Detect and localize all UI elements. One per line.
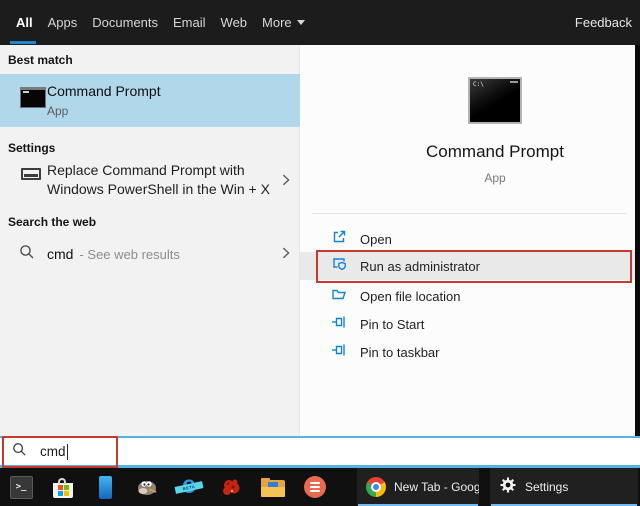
microsoft-store-icon[interactable] <box>50 474 76 500</box>
edge-beta-icon[interactable]: eBETA <box>176 474 202 500</box>
notes-icon[interactable] <box>302 474 328 500</box>
search-filter-tabs: All Apps Documents Email Web More Feedba… <box>0 0 640 45</box>
action-label: Pin to taskbar <box>360 345 440 360</box>
chevron-right-icon <box>279 245 293 265</box>
phone-icon[interactable] <box>92 474 118 500</box>
taskbar-command-prompt-icon[interactable]: >_ <box>8 474 34 500</box>
taskbar: >_ eBETA New Tab - Google ... <box>0 468 640 506</box>
chevron-down-icon <box>297 20 305 25</box>
tab-apps[interactable]: Apps <box>48 15 78 30</box>
result-command-prompt[interactable]: Command Prompt App <box>0 74 300 127</box>
window-title: New Tab - Google ... <box>394 480 479 494</box>
action-open-file-location[interactable]: Open file location <box>300 282 635 310</box>
preview-panel: C:\ Command Prompt App Open Run as admin… <box>300 45 635 436</box>
tab-email[interactable]: Email <box>173 15 206 30</box>
search-icon <box>19 244 35 265</box>
settings-header: Settings <box>8 141 55 155</box>
terminal-prompt-text: C:\ <box>473 81 484 88</box>
result-web-cmd[interactable]: cmd - See web results <box>0 239 300 272</box>
action-label: Open <box>360 232 392 247</box>
chrome-icon <box>366 477 386 497</box>
settings-item-line1: Replace Command Prompt with <box>47 161 270 180</box>
feedback-button[interactable]: Feedback <box>575 15 632 30</box>
tab-documents[interactable]: Documents <box>92 15 158 30</box>
web-result-text: cmd - See web results <box>47 246 180 262</box>
gimp-icon[interactable] <box>134 474 160 500</box>
divider <box>312 213 627 214</box>
taskbar-window-chrome[interactable]: New Tab - Google ... <box>357 468 479 506</box>
web-query: cmd <box>47 246 73 262</box>
command-prompt-icon <box>20 87 46 108</box>
action-open[interactable]: Open <box>300 225 635 253</box>
search-icon <box>12 442 27 462</box>
folder-icon <box>331 286 347 307</box>
search-web-header: Search the web <box>8 215 96 229</box>
pin-icon <box>331 314 347 335</box>
results-panel: Best match Command Prompt App Settings R… <box>0 45 300 436</box>
tab-web[interactable]: Web <box>221 15 248 30</box>
action-label: Pin to Start <box>360 317 424 332</box>
taskbar-window-settings[interactable]: Settings <box>490 468 638 506</box>
settings-item-text: Replace Command Prompt with Windows Powe… <box>47 161 270 199</box>
text-cursor <box>67 444 68 460</box>
search-query-text: cmd <box>40 444 66 459</box>
command-prompt-glyph: >_ <box>10 476 33 499</box>
action-label: Open file location <box>360 289 460 304</box>
chevron-right-icon <box>279 172 293 192</box>
taskbar-search-input[interactable]: cmd <box>0 436 640 468</box>
windows-search-flyout: All Apps Documents Email Web More Feedba… <box>0 0 640 506</box>
action-pin-to-taskbar[interactable]: Pin to taskbar <box>300 338 635 366</box>
red-mascot-icon[interactable] <box>218 474 244 500</box>
pin-icon <box>331 342 347 363</box>
file-explorer-icon[interactable] <box>260 474 286 500</box>
admin-shield-icon <box>331 256 347 277</box>
desktop-background-strip <box>635 45 640 436</box>
action-pin-to-start[interactable]: Pin to Start <box>300 310 635 338</box>
action-label: Run as administrator <box>360 259 480 274</box>
web-suffix: - See web results <box>79 247 179 262</box>
preview-app-title: Command Prompt <box>355 142 635 162</box>
settings-item-line2: Windows PowerShell in the Win + X <box>47 180 270 199</box>
window-title: Settings <box>525 480 568 494</box>
result-subtitle: App <box>47 104 68 118</box>
action-run-as-administrator[interactable]: Run as administrator <box>300 252 635 280</box>
gear-icon <box>499 476 517 499</box>
best-match-header: Best match <box>8 53 73 67</box>
launch-icon <box>331 229 347 250</box>
result-replace-cmd-powershell[interactable]: Replace Command Prompt with Windows Powe… <box>0 159 300 208</box>
winx-taskbar-setting-icon <box>21 168 41 180</box>
active-tab-underline <box>10 41 36 44</box>
tab-all[interactable]: All <box>16 15 33 30</box>
preview-app-subtitle: App <box>355 171 635 185</box>
result-title: Command Prompt <box>47 83 161 99</box>
tab-more[interactable]: More <box>262 15 305 30</box>
command-prompt-large-icon: C:\ <box>468 77 522 124</box>
tab-more-label: More <box>262 15 292 30</box>
